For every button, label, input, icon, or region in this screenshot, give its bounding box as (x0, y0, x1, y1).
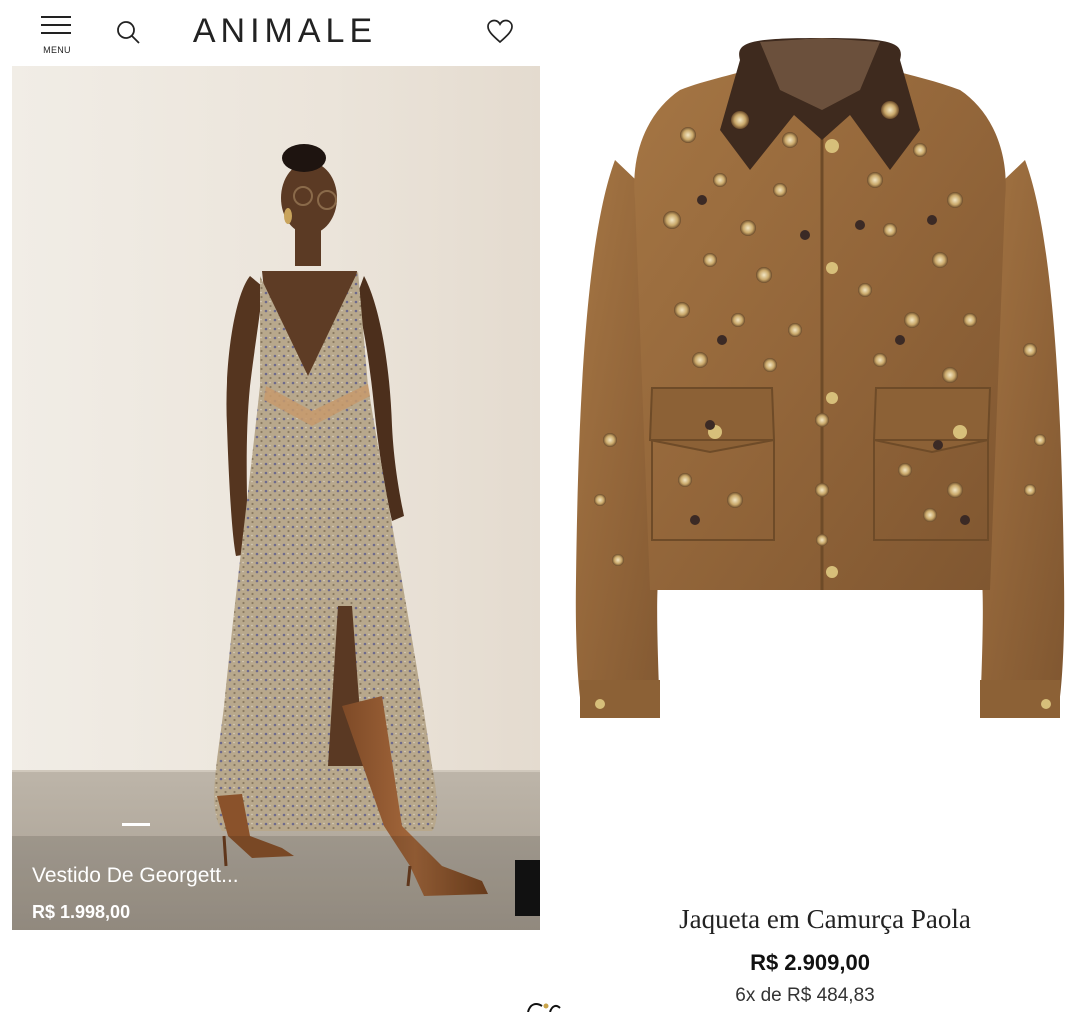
installment-price: 6x de R$ 484,83 (735, 985, 875, 1006)
brand-logo[interactable]: ANIMALE (160, 12, 410, 51)
carousel-indicator[interactable] (122, 823, 150, 826)
hamburger-icon (41, 16, 71, 18)
product-card-jacket[interactable] (560, 20, 1080, 880)
side-drawer-tab[interactable] (515, 860, 540, 916)
product-name[interactable]: Jaqueta em Camurça Paola (560, 904, 1080, 935)
jacket-product-image (575, 38, 1065, 718)
product-price: R$ 1.998,00 (32, 902, 131, 922)
top-header: MENU ANIMALE (0, 0, 540, 66)
product-price: R$ 2.909,00 (750, 950, 870, 975)
search-icon (117, 21, 140, 44)
product-card-dress[interactable]: Vestido De Georgett... R$ 1.998,00 (12, 66, 540, 930)
dress-product-image (12, 66, 540, 930)
hamburger-icon-bar (41, 32, 71, 34)
favorites-button[interactable] (486, 18, 514, 46)
hamburger-icon-bar (41, 24, 71, 26)
heart-icon (487, 19, 513, 44)
menu-label: MENU (43, 45, 71, 55)
product-name[interactable]: Vestido De Georgett... (32, 864, 239, 888)
partial-emblem-icon (527, 1003, 561, 1012)
search-button[interactable] (114, 18, 142, 46)
menu-button[interactable]: MENU (38, 12, 76, 56)
